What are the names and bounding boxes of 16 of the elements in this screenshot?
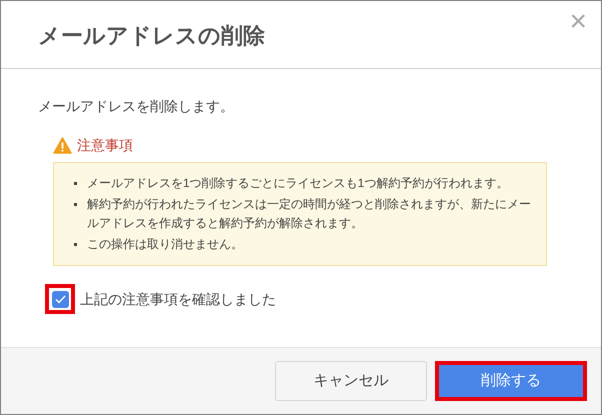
bullet-icon [74,203,77,206]
delete-button[interactable]: 削除する [435,361,587,401]
cancel-button[interactable]: キャンセル [275,361,427,401]
bullet-icon [74,243,77,246]
bullet-icon [74,182,77,185]
close-button[interactable]: × [569,7,587,37]
message-text: メールアドレスを削除します。 [38,97,235,116]
confirm-label: 上記の注意事項を確認しました [80,290,276,308]
notice-heading: 注意事項 [77,136,133,155]
warning-icon [53,137,72,154]
notice-item: メールアドレスを1つ削除するごとにライセンスも1つ解約予約が行われます。 [87,175,508,192]
notice-item: この操作は取り消せません。 [87,236,243,253]
check-icon [54,294,66,304]
dialog-title: メールアドレスの削除 [38,22,265,50]
confirm-checkbox[interactable] [45,284,75,314]
notice-item: 解約予約が行われたライセンスは一定の時間が経つと削除されますが、新たにメールアドレスを作成すると解約予約が解除されます。 [87,196,532,232]
